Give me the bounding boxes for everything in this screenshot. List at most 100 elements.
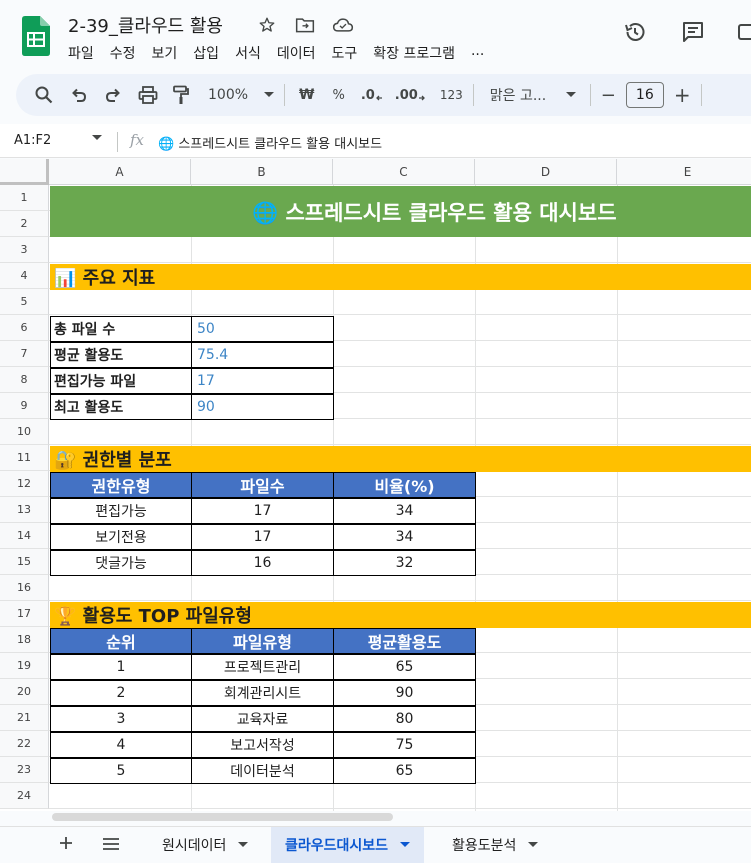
column-header-e[interactable]: E [617, 159, 751, 185]
table-cell[interactable]: 75 [333, 732, 476, 758]
table-cell[interactable]: 34 [333, 524, 476, 550]
history-icon[interactable] [621, 18, 649, 46]
table-cell[interactable]: 교육자료 [191, 706, 334, 732]
zoom-select[interactable]: 100% [206, 81, 274, 109]
formula-input[interactable]: 🌐 스프레드시트 클라우드 활용 대시보드 [158, 133, 382, 152]
add-sheet-button[interactable] [58, 835, 74, 855]
menu-extensions[interactable]: 확장 프로그램 [373, 43, 455, 63]
dashboard-banner[interactable]: 🌐 스프레드시트 클라우드 활용 대시보드 [50, 186, 751, 237]
spreadsheet-grid[interactable]: A B C D E 1 2 3 4 5 6 7 8 9 10 11 12 13 14 15 16 17 18 19 2… [0, 159, 751, 811]
decrease-font-size-button[interactable]: − [601, 81, 616, 109]
column-header-b[interactable]: B [191, 159, 333, 185]
name-box-dropdown-icon[interactable] [92, 135, 102, 141]
print-button[interactable] [138, 81, 158, 109]
percent-format-button[interactable]: % [332, 81, 344, 109]
row-header[interactable]: 14 [0, 523, 49, 549]
table-header-cell[interactable]: 비율(%) [333, 472, 476, 498]
column-header-a[interactable]: A [49, 159, 191, 185]
table-cell[interactable]: 보기전용 [50, 524, 192, 550]
table-cell[interactable]: 편집가능 [50, 498, 192, 524]
move-folder-icon[interactable] [292, 12, 318, 38]
kpi-value[interactable]: 50 [191, 316, 334, 342]
row-header[interactable]: 18 [0, 627, 49, 653]
row-header[interactable]: 22 [0, 731, 49, 757]
row-header[interactable]: 16 [0, 575, 49, 601]
dropdown-arrow-icon[interactable] [400, 842, 411, 848]
menu-insert[interactable]: 삽입 [193, 43, 219, 63]
table-header-cell[interactable]: 파일유형 [191, 628, 334, 654]
section-header-permissions[interactable]: 🔐 권한별 분포 [50, 446, 751, 472]
document-title[interactable]: 2-39_클라우드 활용 [68, 12, 223, 38]
currency-format-button[interactable]: ₩ [299, 81, 314, 109]
kpi-value[interactable]: 75.4 [191, 342, 334, 368]
search-menus-button[interactable] [34, 81, 54, 109]
sheet-tab-cloud-dashboard[interactable]: 클라우드대시보드 [271, 827, 425, 863]
row-header[interactable]: 17 [0, 601, 49, 627]
sheets-logo-icon[interactable] [20, 16, 50, 56]
row-header[interactable]: 15 [0, 549, 49, 575]
row-header[interactable]: 24 [0, 783, 49, 809]
kpi-value[interactable]: 17 [191, 368, 334, 394]
kpi-label[interactable]: 편집가능 파일 [50, 368, 192, 394]
select-all-corner[interactable] [0, 159, 49, 185]
section-header-kpi[interactable]: 📊 주요 지표 [50, 264, 751, 290]
column-header-c[interactable]: C [333, 159, 475, 185]
table-cell[interactable]: 90 [333, 680, 476, 706]
kpi-value[interactable]: 90 [191, 394, 334, 420]
redo-button[interactable] [104, 81, 122, 109]
comments-icon[interactable] [679, 18, 707, 46]
star-icon[interactable] [254, 12, 280, 38]
increase-decimal-button[interactable]: .00 [395, 81, 426, 109]
row-header[interactable]: 1 [0, 185, 49, 211]
table-cell[interactable]: 보고서작성 [191, 732, 334, 758]
table-cell[interactable]: 2 [50, 680, 192, 706]
kpi-label[interactable]: 최고 활용도 [50, 394, 192, 420]
font-size-input[interactable]: 16 [625, 82, 664, 108]
row-header[interactable]: 8 [0, 367, 49, 393]
table-cell[interactable]: 17 [191, 524, 334, 550]
row-header[interactable]: 4 [0, 263, 49, 289]
table-cell[interactable]: 65 [333, 654, 476, 680]
menu-format[interactable]: 서식 [235, 43, 261, 63]
dropdown-arrow-icon[interactable] [238, 842, 249, 848]
row-header[interactable]: 6 [0, 315, 49, 341]
row-header[interactable]: 5 [0, 289, 49, 315]
cloud-status-icon[interactable] [330, 12, 356, 38]
table-cell[interactable]: 65 [333, 758, 476, 784]
table-cell[interactable]: 17 [191, 498, 334, 524]
paint-format-button[interactable] [172, 81, 190, 109]
row-header[interactable]: 11 [0, 445, 49, 471]
row-header[interactable]: 21 [0, 705, 49, 731]
row-header[interactable]: 19 [0, 653, 49, 679]
table-cell[interactable]: 16 [191, 550, 334, 576]
row-header[interactable]: 2 [0, 211, 49, 237]
undo-button[interactable] [70, 81, 88, 109]
table-cell[interactable]: 데이터분석 [191, 758, 334, 784]
table-header-cell[interactable]: 파일수 [191, 472, 334, 498]
increase-font-size-button[interactable]: + [674, 81, 691, 109]
dropdown-arrow-icon[interactable] [528, 842, 539, 848]
section-header-top-types[interactable]: 🏆 활용도 TOP 파일유형 [50, 602, 751, 628]
row-header[interactable]: 9 [0, 393, 49, 419]
table-header-cell[interactable]: 순위 [50, 628, 192, 654]
kpi-label[interactable]: 총 파일 수 [50, 316, 192, 342]
table-cell[interactable]: 프로젝트관리 [191, 654, 334, 680]
meet-video-icon[interactable] [737, 18, 751, 46]
menu-view[interactable]: 보기 [152, 43, 178, 63]
table-header-cell[interactable]: 평균활용도 [333, 628, 476, 654]
kpi-label[interactable]: 평균 활용도 [50, 342, 192, 368]
table-cell[interactable]: 댓글가능 [50, 550, 192, 576]
table-cell[interactable]: 3 [50, 706, 192, 732]
table-cell[interactable]: 5 [50, 758, 192, 784]
menu-edit[interactable]: 수정 [110, 43, 136, 63]
row-header[interactable]: 13 [0, 497, 49, 523]
table-cell[interactable]: 80 [333, 706, 476, 732]
table-cell[interactable]: 4 [50, 732, 192, 758]
row-header[interactable]: 10 [0, 419, 49, 445]
more-formats-button[interactable]: 123 [440, 81, 463, 109]
menu-tools[interactable]: 도구 [331, 43, 357, 63]
all-sheets-button[interactable] [102, 837, 120, 855]
table-header-cell[interactable]: 권한유형 [50, 472, 192, 498]
horizontal-scrollbar[interactable] [52, 813, 393, 821]
name-box[interactable]: A1:F2 [14, 133, 51, 148]
